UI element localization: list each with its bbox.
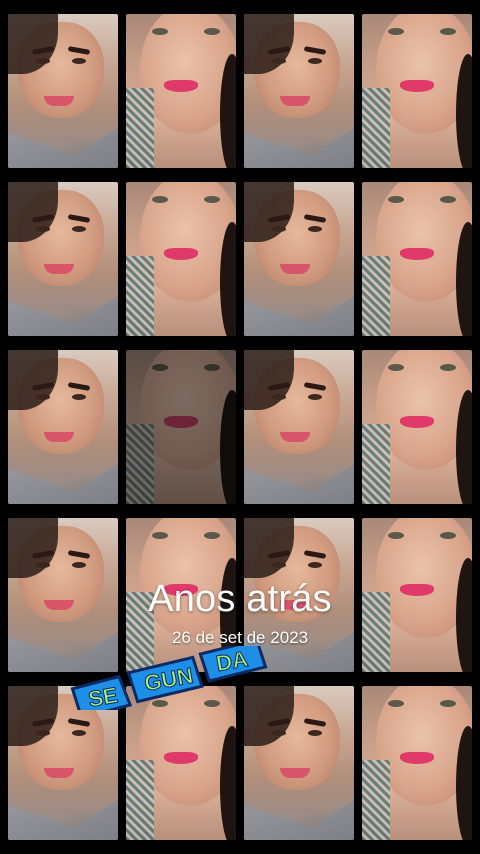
segunda-sticker: SE GUN DA (70, 646, 268, 710)
photo-tile (8, 182, 118, 336)
photo-tile (362, 350, 472, 504)
photo-tile (244, 14, 354, 168)
sticker-part-1: SE (86, 682, 119, 710)
photo-tile (8, 350, 118, 504)
photo-tile (126, 182, 236, 336)
memory-title: Anos atrás (148, 578, 332, 620)
photo-tile (126, 14, 236, 168)
photo-tile (244, 350, 354, 504)
memory-date: 26 de set de 2023 (171, 628, 309, 647)
photo-tile (8, 14, 118, 168)
photo-tile (362, 686, 472, 840)
photo-tile (362, 14, 472, 168)
photo-tile (244, 182, 354, 336)
photo-grid (8, 14, 472, 840)
photo-tile (362, 182, 472, 336)
photo-tile (126, 350, 236, 504)
